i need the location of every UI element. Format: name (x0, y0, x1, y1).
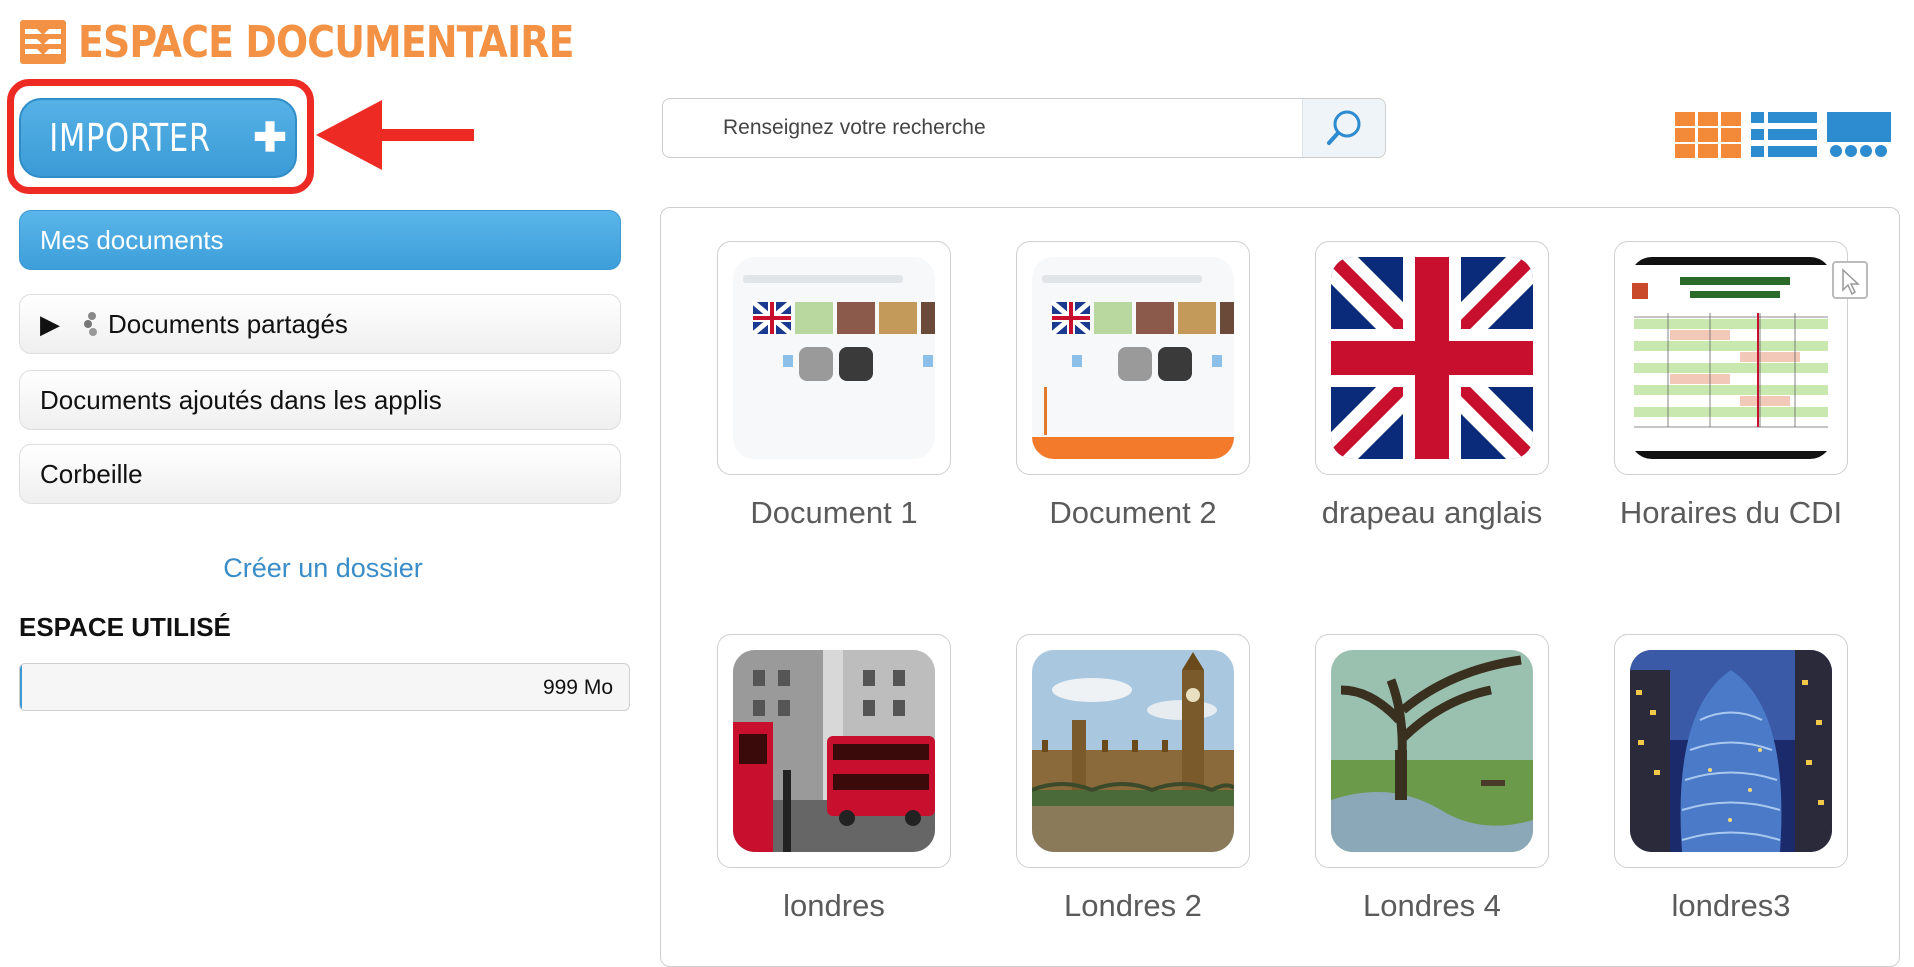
storage-progress-bar: 999 Mo (19, 663, 630, 711)
carousel-view-icon[interactable] (1827, 112, 1891, 158)
document-thumbnail-frame (1315, 241, 1549, 475)
import-button-label: IMPORTER (49, 116, 212, 160)
search-input[interactable] (663, 99, 1303, 157)
document-card[interactable]: Document 2 (1016, 241, 1256, 531)
document-label: londres (783, 888, 885, 923)
document-card[interactable]: londres3 (1614, 634, 1854, 924)
share-icon (84, 312, 97, 336)
screenshot-thumbnail (733, 257, 935, 459)
document-card[interactable]: drapeau anglais (1315, 241, 1555, 531)
sidebar-item-documents-partages[interactable]: ▶ Documents partagés (19, 294, 621, 354)
document-label: Londres 4 (1363, 888, 1501, 923)
documents-panel: Document 1 Document 2 drapeau anglais Ho… (660, 207, 1900, 967)
document-label: drapeau anglais (1321, 495, 1543, 530)
document-card[interactable]: Londres 2 (1016, 634, 1256, 924)
sidebar-item-label: Mes documents (40, 224, 224, 255)
gherkin-tower-photo (1630, 650, 1832, 852)
document-card[interactable]: Document 1 (717, 241, 957, 531)
grid-view-icon[interactable] (1675, 112, 1741, 158)
document-thumbnail-frame (1016, 634, 1250, 868)
search-button[interactable] (1302, 99, 1385, 157)
search-icon (1327, 110, 1361, 145)
sidebar-item-documents-applis[interactable]: Documents ajoutés dans les applis (19, 370, 621, 430)
import-button[interactable]: IMPORTER ✚ (19, 98, 297, 178)
create-folder-link[interactable]: Créer un dossier (0, 553, 646, 584)
london-street-photo (733, 650, 935, 852)
page-title: ESPACE DOCUMENTAIRE (78, 16, 574, 68)
sidebar-item-label: Documents partagés (108, 308, 348, 339)
document-thumbnail-frame (1016, 241, 1250, 475)
document-thumbnail-frame (1614, 241, 1848, 475)
document-label: Document 1 (750, 495, 918, 530)
storage-value: 999 Mo (542, 676, 613, 699)
document-thumbnail-frame (717, 634, 951, 868)
document-label: Londres 2 (1064, 888, 1202, 923)
drag-handle-icon (1832, 261, 1868, 299)
park-tree-photo (1331, 650, 1533, 852)
play-icon[interactable]: ▶ (40, 309, 60, 340)
sidebar-item-mes-documents[interactable]: Mes documents (19, 210, 621, 270)
sidebar-item-label: Corbeille (40, 458, 143, 489)
parliament-photo (1032, 650, 1234, 852)
document-label: Horaires du CDI (1619, 495, 1843, 530)
schedule-table (1630, 257, 1832, 459)
document-thumbnail-frame (1315, 634, 1549, 868)
document-card[interactable]: Horaires du CDI (1614, 241, 1854, 531)
document-thumbnail-frame (1614, 634, 1848, 868)
sidebar-item-label: Documents ajoutés dans les applis (40, 384, 442, 415)
document-label: Document 2 (1049, 495, 1217, 530)
document-thumbnail-frame (717, 241, 951, 475)
app-header: ESPACE DOCUMENTAIRE (20, 12, 654, 72)
search-box (662, 98, 1386, 158)
screenshot-thumbnail (1032, 257, 1234, 459)
document-card[interactable]: londres (717, 634, 957, 924)
union-jack-flag (1331, 257, 1533, 459)
sidebar-item-corbeille[interactable]: Corbeille (19, 444, 621, 504)
red-arrow-icon (316, 100, 474, 170)
document-label: londres3 (1671, 888, 1791, 923)
plus-icon: ✚ (253, 116, 287, 160)
storage-progress-fill (20, 664, 22, 710)
folder-stack-icon (20, 20, 66, 64)
view-mode-toggles (1675, 112, 1891, 158)
document-card[interactable]: Londres 4 (1315, 634, 1555, 924)
storage-title: ESPACE UTILISÉ (19, 612, 231, 642)
list-view-icon[interactable] (1751, 112, 1817, 158)
